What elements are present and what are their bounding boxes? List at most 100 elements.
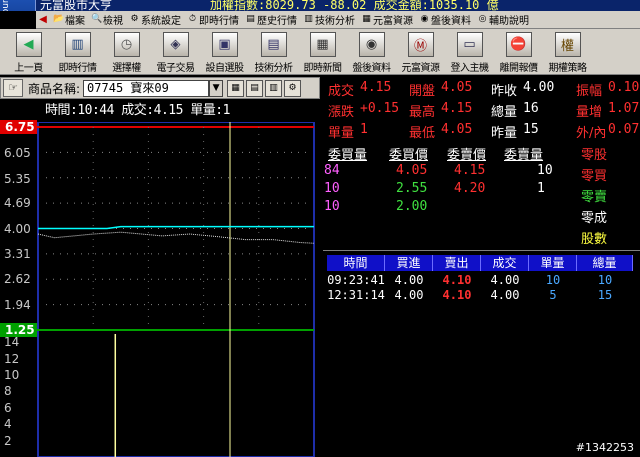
toolbar-options-button[interactable]: ◷ 選擇權 bbox=[102, 29, 151, 75]
toolbar-label: 技術分析 bbox=[254, 63, 294, 74]
toolbar-tech-analysis-button[interactable]: ▤ 技術分析 bbox=[249, 29, 298, 75]
options-icon: ◷ bbox=[113, 32, 140, 57]
help-icon: ◎ bbox=[478, 14, 487, 24]
menu-item-resources[interactable]: ▦ 元富資源 bbox=[358, 12, 416, 27]
quote-label: 成交 bbox=[328, 84, 355, 99]
toolbar-label: 即時行情 bbox=[58, 63, 98, 74]
depth-header: 委買價 bbox=[389, 148, 429, 163]
title-bar: Source 元富股市大亨 加權指數:8029.73 -88.02 成交金額:1… bbox=[0, 0, 640, 11]
trade-table-header: 時間 買進 賣出 成交 單量 總量 bbox=[327, 255, 633, 271]
quote-label: 昨量 bbox=[491, 126, 518, 141]
odd-lot-label: 零賣 bbox=[581, 190, 608, 205]
toolbar-realtime-button[interactable]: ▥ 即時行情 bbox=[53, 29, 102, 75]
warrant-icon: 權 bbox=[554, 32, 581, 57]
toolbar-etrade-button[interactable]: ◈ 電子交易 bbox=[151, 29, 200, 75]
depth-cell: 4.05 bbox=[396, 163, 428, 178]
quote-value: 0.07 bbox=[608, 122, 640, 137]
toolbar-label: 設自選股 bbox=[205, 63, 245, 74]
list-view-icon[interactable]: ▤ bbox=[246, 79, 264, 97]
odd-lot-label: 零股 bbox=[581, 148, 608, 163]
volume-tick: 12 bbox=[4, 351, 20, 366]
trade-row[interactable]: 09:23:41 4.00 4.10 4.00 10 10 bbox=[327, 273, 633, 287]
menu-item-technical[interactable]: ▥ 技術分析 bbox=[300, 12, 358, 27]
volume-tick: 2 bbox=[4, 433, 12, 448]
odd-lot-label: 零買 bbox=[581, 169, 608, 184]
trade-cell: 12:31:14 bbox=[327, 288, 385, 302]
depth-header: 委賣價 bbox=[447, 148, 487, 163]
settings-icon[interactable]: ⚙ bbox=[284, 79, 302, 97]
stock-name-label: 商品名稱: bbox=[28, 81, 81, 96]
depth-cell: 10 bbox=[324, 199, 340, 214]
toolbar-news-button[interactable]: ▦ 即時新聞 bbox=[298, 29, 347, 75]
settings-icon: ⚙ bbox=[130, 14, 139, 24]
image-id: #1342253 bbox=[575, 441, 634, 454]
file-icon: 📂 bbox=[53, 14, 65, 24]
menu-item-label: 檢視 bbox=[103, 16, 123, 27]
menu-item-label: 盤後資料 bbox=[431, 16, 471, 27]
series-line-1 bbox=[37, 231, 315, 244]
depth-cell: 1 bbox=[537, 181, 545, 196]
odd-lot-label: 股數 bbox=[581, 232, 608, 247]
news-icon: ▦ bbox=[309, 32, 336, 57]
stock-code-input[interactable]: 07745 寶來09 bbox=[83, 79, 210, 97]
depth-cell: 2.00 bbox=[396, 199, 428, 214]
stock-selector-bar: ☞ 商品名稱: 07745 寶來09 ▼ ▦ ▤ ▥ ⚙ bbox=[0, 77, 320, 99]
trade-cell: 10 bbox=[597, 273, 613, 287]
toolbar-login-button[interactable]: ▭ 登入主機 bbox=[445, 29, 494, 75]
depth-cell: 84 bbox=[324, 163, 340, 178]
menu-item-help[interactable]: ◎ 輔助說明 bbox=[474, 12, 532, 27]
app-title: 元富股市大亨 bbox=[40, 0, 113, 11]
menu-item-history[interactable]: ▤ 歷史行情 bbox=[242, 12, 300, 27]
menu-item-label: 元富資源 bbox=[373, 16, 413, 27]
trade-header: 買進 bbox=[385, 255, 433, 271]
quote-value: 15 bbox=[523, 122, 539, 137]
quote-label: 量增 bbox=[576, 105, 603, 120]
toolbar-exit-button[interactable]: ⛔ 離開報價 bbox=[494, 29, 543, 75]
menu-bar: ◀ 📂 檔案 🔍 檢視 ⚙ 系統設定 ⏱ 即時行情 ▤ 歷史行情 ▥ 技術分析 ▦ 元富資源 ◉ 盤後資料 ◎ 輔… bbox=[36, 11, 640, 29]
chart-canvas bbox=[0, 122, 315, 457]
menu-item-label: 即時行情 bbox=[199, 16, 239, 27]
toolbar-resources-button[interactable]: Ⓜ 元富資源 bbox=[396, 29, 445, 75]
menu-item-info[interactable]: ◉ 盤後資料 bbox=[416, 12, 474, 27]
toolbar-warrant-button[interactable]: 權期權策略 bbox=[543, 29, 592, 75]
exit-icon: ⛔ bbox=[505, 32, 532, 57]
index-ticker: 加權指數:8029.73 -88.02 成交金額:1035.10 億 bbox=[210, 0, 499, 11]
intraday-chart[interactable]: 6.75 1.25 6.05 5.35 4.69 4.00 3.31 2.62 1.94 14 12… bbox=[0, 120, 320, 457]
stock-pick-icon: ▣ bbox=[211, 32, 238, 57]
toolbar-prev-page-button[interactable]: ◀ 上一頁 bbox=[4, 29, 53, 75]
depth-cell: 4.15 bbox=[454, 163, 486, 178]
menu-item-realtime[interactable]: ⏱ 即時行情 bbox=[184, 12, 242, 27]
grid-view-icon[interactable]: ▦ bbox=[227, 79, 245, 97]
high-price-box: 6.75 bbox=[0, 120, 37, 134]
trade-cell: 4.00 bbox=[490, 288, 520, 302]
menu-item-file[interactable]: 📂 檔案 bbox=[50, 12, 88, 27]
volume-tick: 6 bbox=[4, 400, 12, 415]
menu-item-label: 歷史行情 bbox=[257, 16, 297, 27]
volume-tick: 10 bbox=[4, 368, 20, 382]
toolbar-after-hours-button[interactable]: ◉ 盤後資料 bbox=[347, 29, 396, 75]
trade-cell: 4.00 bbox=[394, 273, 424, 287]
depth-cell: 2.55 bbox=[396, 181, 428, 196]
trade-cell: 4.00 bbox=[394, 288, 424, 302]
menu-arrow-icon[interactable]: ◀ bbox=[36, 14, 50, 25]
trade-cell: 09:23:41 bbox=[327, 273, 385, 287]
menu-item-view[interactable]: 🔍 檢視 bbox=[88, 12, 126, 27]
toolbar-stock-pick-button[interactable]: ▣ 設自選股 bbox=[200, 29, 249, 75]
detail-view-icon[interactable]: ▥ bbox=[265, 79, 283, 97]
after-hours-icon: ◉ bbox=[358, 32, 385, 57]
volume-tick: 8 bbox=[4, 384, 12, 399]
quote-label: 單量 bbox=[328, 126, 355, 141]
toolbar-label: 電子交易 bbox=[156, 63, 196, 74]
toolbar-label: 盤後資料 bbox=[352, 63, 392, 74]
quote-value: 1 bbox=[360, 122, 368, 137]
depth-cell: 4.20 bbox=[454, 181, 486, 196]
menu-item-settings[interactable]: ⚙ 系統設定 bbox=[126, 12, 184, 27]
menu-item-label: 檔案 bbox=[65, 16, 85, 27]
quote-value: 4.00 bbox=[523, 80, 555, 95]
pin-icon[interactable]: ☞ bbox=[3, 79, 23, 97]
trade-row[interactable]: 12:31:14 4.00 4.10 4.00 5 15 bbox=[327, 288, 633, 302]
quote-label: 最低 bbox=[409, 126, 436, 141]
chevron-down-icon[interactable]: ▼ bbox=[209, 79, 224, 97]
depth-header: 委買量 bbox=[328, 148, 368, 163]
quote-label: 開盤 bbox=[409, 84, 436, 99]
